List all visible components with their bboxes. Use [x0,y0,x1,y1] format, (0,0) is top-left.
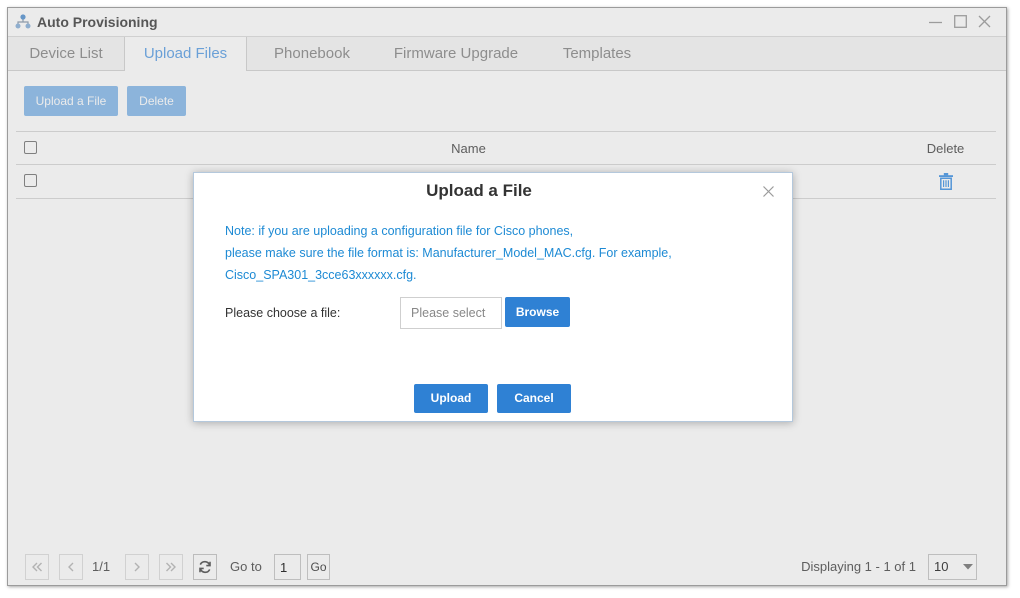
note-line: please make sure the file format is: Man… [225,246,672,260]
dialog-note: Note: if you are uploading a configurati… [225,220,765,286]
close-icon[interactable] [763,186,774,197]
file-field-label: Please choose a file: [225,306,341,320]
screen: Auto Provisioning Device List Upload Fil… [0,0,1020,598]
dialog-title: Upload a File [426,181,532,200]
upload-button[interactable]: Upload [414,384,488,413]
note-line: Cisco_SPA301_3cce63xxxxxx.cfg. [225,268,417,282]
cancel-button[interactable]: Cancel [497,384,571,413]
auto-provisioning-window: Auto Provisioning Device List Upload Fil… [7,7,1007,586]
upload-file-dialog: Upload a File Note: if you are uploading… [193,172,793,422]
note-line: Note: if you are uploading a configurati… [225,224,574,238]
file-path-input[interactable] [400,297,502,329]
browse-button[interactable]: Browse [505,297,570,327]
